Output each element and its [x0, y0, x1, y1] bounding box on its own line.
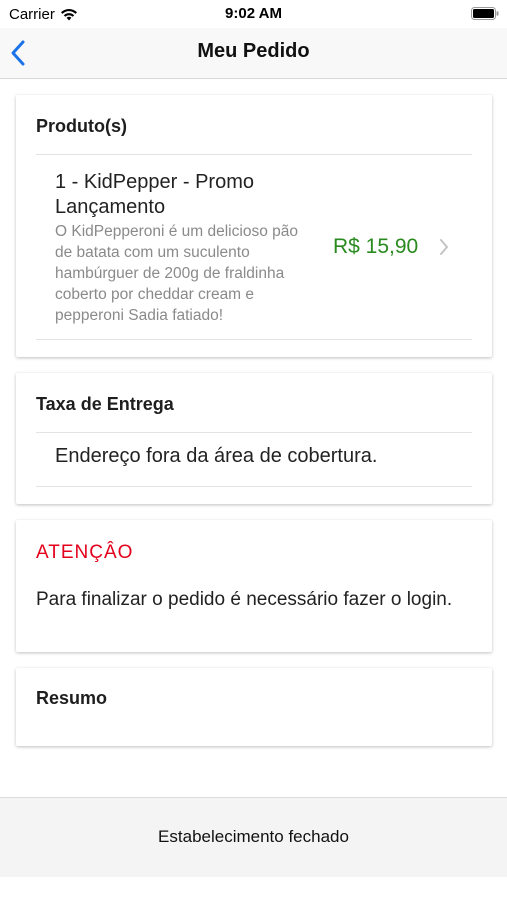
- footer-status-label: Estabelecimento fechado: [158, 827, 349, 846]
- delivery-card: Taxa de Entrega Endereço fora da área de…: [16, 373, 492, 504]
- products-card: Produto(s) 1 - KidPepper - Promo Lançame…: [16, 95, 492, 357]
- divider: [36, 432, 472, 433]
- divider: [36, 154, 472, 155]
- delivery-card-title: Taxa de Entrega: [36, 394, 174, 414]
- page-title: Meu Pedido: [197, 40, 310, 62]
- divider: [36, 339, 472, 340]
- clock: 9:02 AM: [225, 5, 282, 22]
- navigation-bar: Meu Pedido: [0, 28, 507, 79]
- order-content: Produto(s) 1 - KidPepper - Promo Lançame…: [0, 79, 507, 797]
- summary-card-title: Resumo: [36, 688, 108, 708]
- delivery-message: Endereço fora da área de cobertura.: [55, 445, 378, 467]
- product-price: R$ 15,90: [333, 235, 419, 258]
- product-name: 1 - KidPepper - Promo Lançamento: [55, 171, 254, 218]
- divider: [36, 486, 472, 487]
- warning-card: ATENÇÂO Para finalizar o pedido é necess…: [16, 520, 492, 652]
- status-bar: Carrier 9:02 AM: [0, 0, 507, 28]
- warning-message: Para finalizar o pedido é necessário faz…: [36, 589, 453, 610]
- products-card-title: Produto(s): [36, 116, 127, 136]
- summary-card: Resumo: [16, 668, 492, 746]
- battery-icon: [471, 7, 499, 20]
- warning-title: ATENÇÂO: [36, 542, 134, 563]
- footer-bar[interactable]: Estabelecimento fechado: [0, 797, 507, 877]
- product-description: O KidPepperoni é um delicioso pão de bat…: [55, 223, 298, 324]
- chevron-right-icon: [440, 239, 448, 255]
